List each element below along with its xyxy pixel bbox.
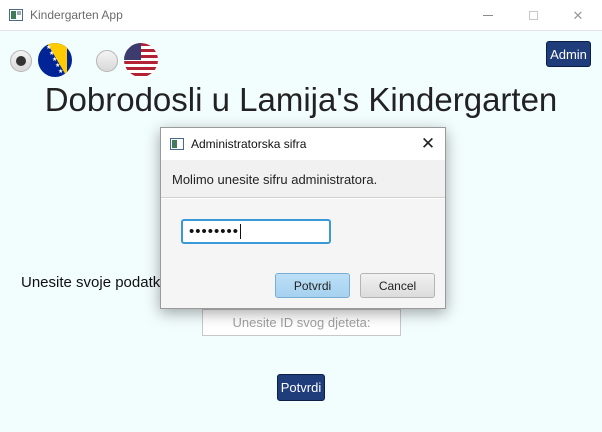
dialog-body: •••••••• Potvrdi Cancel: [161, 199, 445, 308]
app-icon: [9, 9, 23, 21]
radio-language-english[interactable]: [96, 50, 118, 72]
minimize-icon: [483, 15, 493, 16]
maximize-icon: [528, 11, 538, 20]
admin-password-dialog: Administratorska sifra ✕ Molimo unesite …: [160, 127, 446, 309]
usa-flag-icon: [124, 43, 158, 77]
dialog-cancel-button[interactable]: Cancel: [360, 273, 435, 298]
admin-password-field[interactable]: ••••••••: [181, 219, 331, 244]
dialog-close-icon[interactable]: ✕: [417, 133, 439, 155]
window-titlebar: Kindergarten App ✕: [0, 0, 602, 31]
window-title: Kindergarten App: [30, 8, 123, 22]
close-button[interactable]: ✕: [555, 0, 601, 31]
admin-button[interactable]: Admin: [546, 41, 591, 67]
data-prompt-label: Unesite svoje podatk: [21, 274, 161, 291]
dialog-header: Molimo unesite sifru administratora.: [161, 160, 445, 198]
dialog-header-text: Molimo unesite sifru administratora.: [172, 172, 378, 187]
dialog-title: Administratorska sifra: [191, 137, 307, 151]
minimize-button[interactable]: [465, 0, 511, 31]
bosnia-flag-icon: ★ ★ ★ ★ ★: [38, 43, 72, 77]
confirm-button[interactable]: Potvrdi: [277, 374, 325, 401]
child-id-input[interactable]: Unesite ID svog djeteta:: [202, 309, 401, 336]
welcome-heading: Dobrodosli u Lamija's Kindergarten: [44, 81, 558, 118]
dialog-titlebar: Administratorska sifra ✕: [161, 128, 445, 160]
dialog-app-icon: [170, 138, 184, 150]
close-icon: ✕: [572, 7, 584, 23]
password-mask: ••••••••: [189, 223, 240, 240]
radio-language-bosnian[interactable]: [10, 50, 32, 72]
dialog-confirm-button[interactable]: Potvrdi: [275, 273, 350, 298]
text-caret: [240, 224, 242, 239]
maximize-button[interactable]: [510, 0, 556, 31]
